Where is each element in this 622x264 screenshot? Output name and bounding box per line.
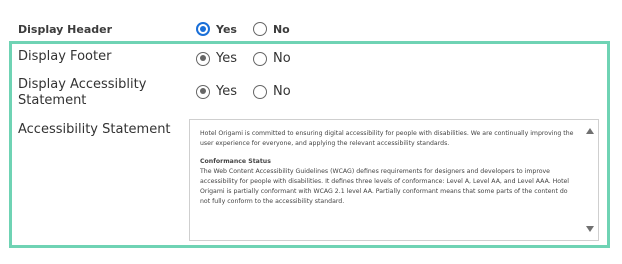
display-footer-yes-radio[interactable]: Yes <box>196 51 237 66</box>
display-accessibility-statement-label-line1: Display Accessiblity <box>18 77 147 92</box>
accessibility-statement-label: Accessibility Statement <box>18 122 171 137</box>
accessibility-statement-paragraph-1: Hotel Origami is committed to ensuring d… <box>200 130 574 147</box>
display-header-row: Display Header Yes No <box>0 0 622 40</box>
display-accessibility-statement-label: Display Accessiblity Statement <box>18 77 146 109</box>
display-accessibility-statement-no-radio[interactable]: No <box>253 84 291 99</box>
scroll-down-arrow-icon[interactable] <box>586 226 594 232</box>
display-header-no-radio[interactable]: No <box>252 22 290 36</box>
scroll-up-arrow-icon[interactable] <box>586 128 594 134</box>
radio-checked-icon[interactable] <box>196 51 210 66</box>
display-header-yes-radio[interactable]: Yes <box>196 22 237 36</box>
display-footer-yes-label: Yes <box>216 51 237 66</box>
display-header-no-label: No <box>272 22 290 36</box>
textarea-scrollbar[interactable] <box>582 120 598 240</box>
display-accessibility-statement-label-line2: Statement <box>18 93 87 108</box>
radio-unchecked-icon[interactable] <box>253 51 267 66</box>
display-accessibility-statement-yes-radio[interactable]: Yes <box>196 84 237 99</box>
display-header-yes-label: Yes <box>216 22 237 36</box>
conformance-status-heading: Conformance Status <box>200 158 271 165</box>
radio-unchecked-icon[interactable] <box>253 84 267 99</box>
display-footer-no-label: No <box>273 51 291 66</box>
radio-checked-icon[interactable] <box>196 22 210 36</box>
display-accessibility-statement-yes-label: Yes <box>216 84 237 99</box>
display-footer-no-radio[interactable]: No <box>253 51 291 66</box>
radio-unchecked-icon[interactable] <box>252 22 267 36</box>
display-header-radio-group: Yes No <box>196 22 290 36</box>
display-footer-label: Display Footer <box>18 49 112 64</box>
radio-checked-icon[interactable] <box>196 84 210 99</box>
accessibility-statement-textarea[interactable]: Hotel Origami is committed to ensuring d… <box>189 119 599 241</box>
display-accessibility-statement-no-label: No <box>273 84 291 99</box>
display-accessibility-statement-radio-group: Yes No <box>196 84 291 99</box>
display-header-label: Display Header <box>18 23 113 36</box>
display-footer-radio-group: Yes No <box>196 51 291 66</box>
accessibility-statement-content[interactable]: Hotel Origami is committed to ensuring d… <box>200 129 575 215</box>
accessibility-statement-paragraph-2: The Web Content Accessibility Guidelines… <box>200 168 570 205</box>
